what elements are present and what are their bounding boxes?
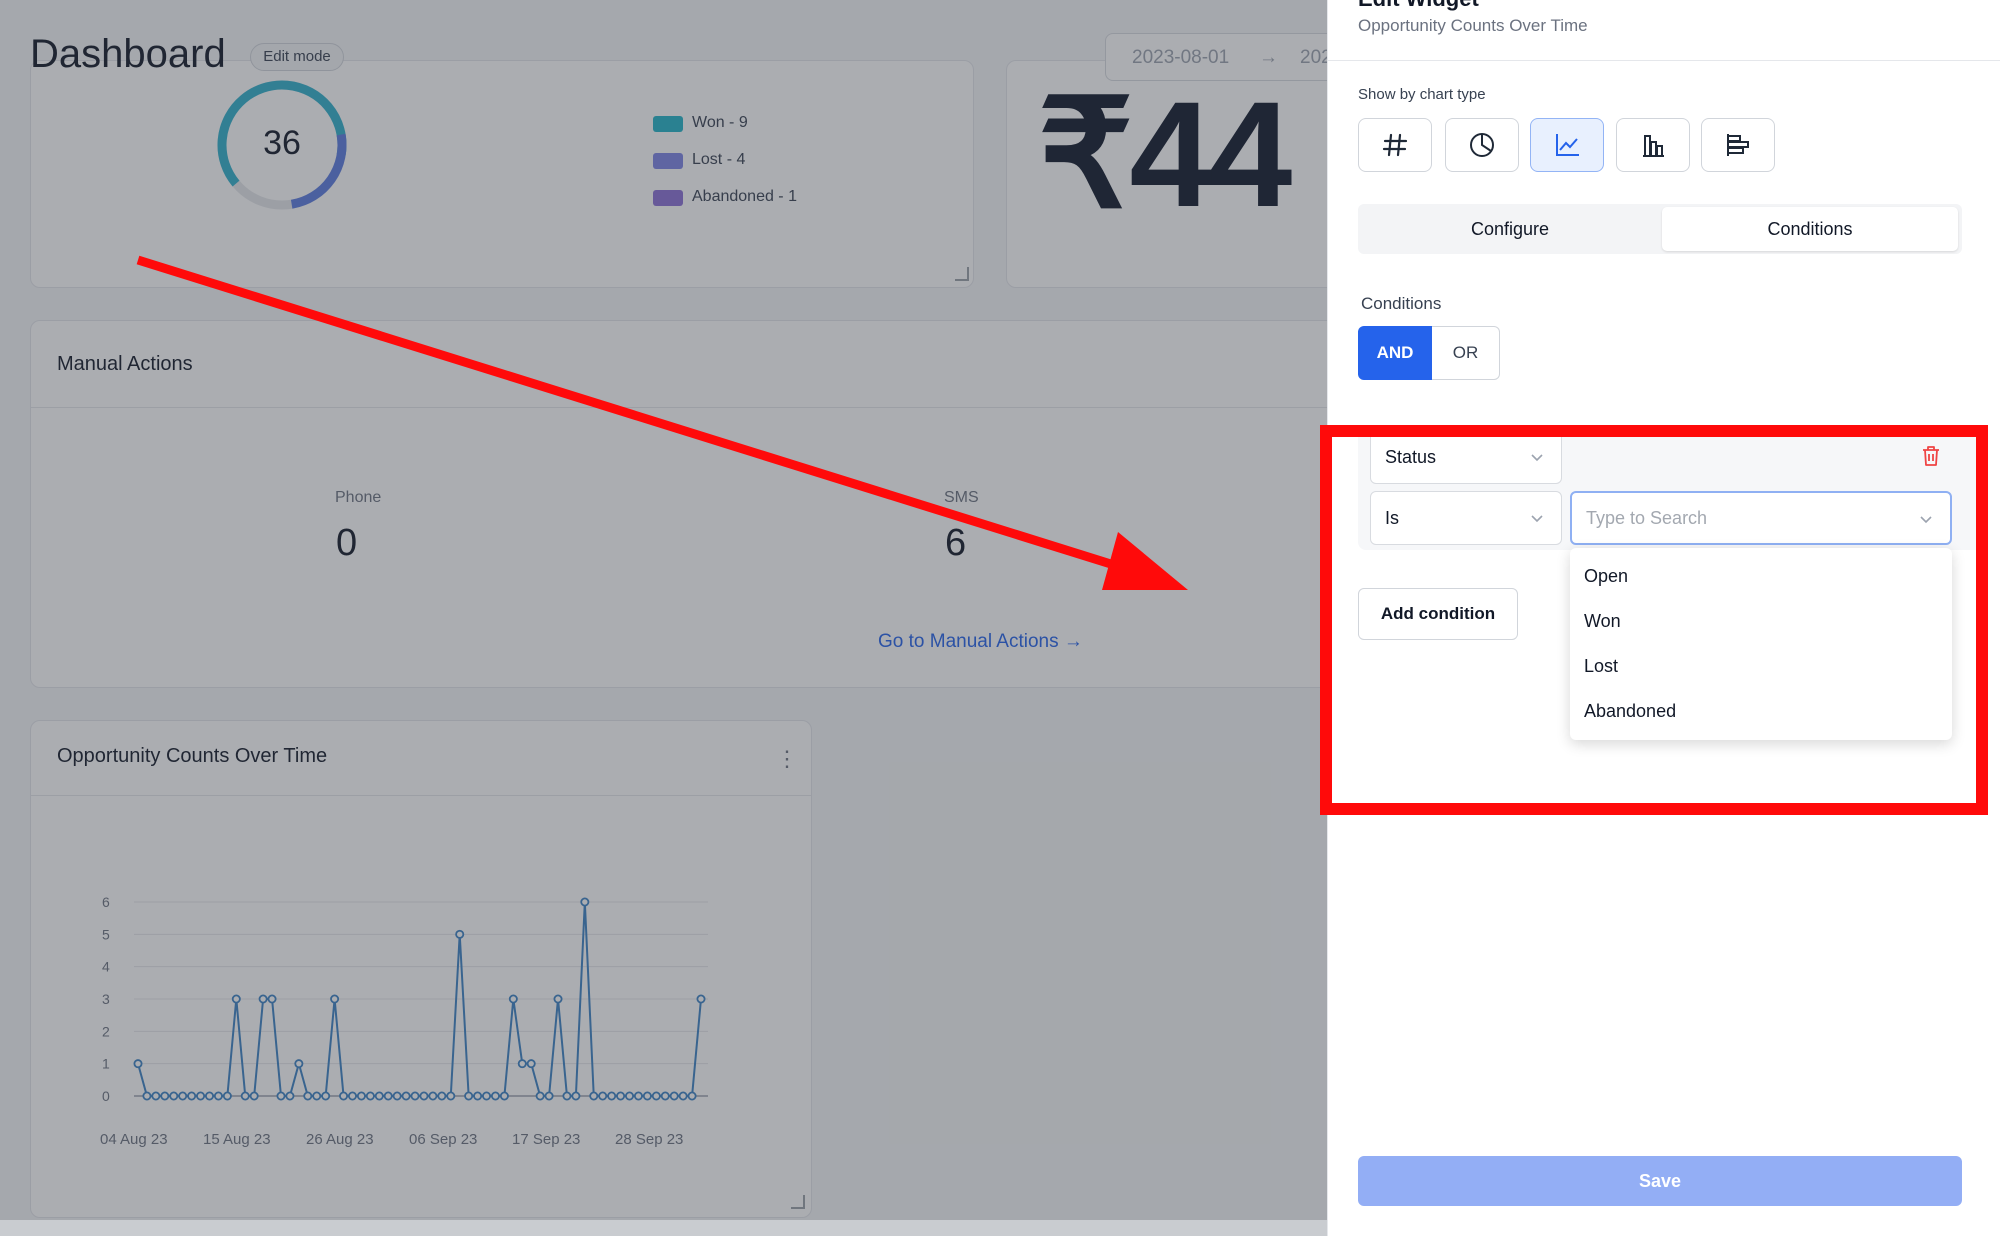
tab-configure[interactable]: Configure — [1362, 207, 1658, 251]
horizontal-bar-icon — [1727, 134, 1749, 156]
annotation-highlight-box — [1320, 425, 1988, 815]
panel-tabs: Configure Conditions — [1358, 204, 1962, 254]
chart-type-horizontal-bar-button[interactable] — [1701, 118, 1775, 172]
modal-overlay[interactable] — [0, 0, 1327, 1236]
save-button[interactable]: Save — [1358, 1156, 1962, 1206]
pie-icon — [1470, 133, 1494, 157]
bottom-strip — [0, 1220, 1327, 1236]
bar-chart-icon — [1643, 135, 1664, 157]
or-toggle[interactable]: OR — [1432, 326, 1500, 380]
chart-type-line-button[interactable] — [1530, 118, 1604, 172]
chart-type-bar-button[interactable] — [1616, 118, 1690, 172]
dashboard-background: Dashboard Edit mode 2023-08-01 → 202 36 … — [0, 0, 1327, 1236]
line-chart-icon — [1556, 134, 1579, 156]
chart-type-label: Show by chart type — [1358, 86, 1486, 103]
and-toggle[interactable]: AND — [1358, 326, 1432, 380]
conditions-label: Conditions — [1361, 294, 1442, 313]
chart-type-number-button[interactable] — [1358, 118, 1432, 172]
panel-divider — [1328, 60, 2000, 61]
number-icon — [1382, 133, 1408, 157]
panel-heading: Edit Widget — [1358, 0, 1479, 12]
tab-conditions[interactable]: Conditions — [1662, 207, 1958, 251]
screenshot-stage: Dashboard Edit mode 2023-08-01 → 202 36 … — [0, 0, 2000, 1236]
chart-type-pie-button[interactable] — [1445, 118, 1519, 172]
panel-subtitle: Opportunity Counts Over Time — [1358, 16, 1588, 35]
